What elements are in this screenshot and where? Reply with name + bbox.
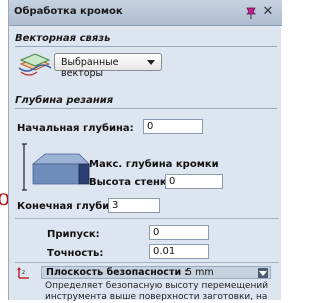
safety-plane-row[interactable]: Плоскость безопасности : 5 mm (41, 266, 271, 279)
safety-plane-icon: z (17, 267, 29, 279)
start-depth-input[interactable]: 0 (143, 119, 203, 134)
accuracy-label: Точность: (47, 248, 104, 259)
safety-plane-value: 5 mm (186, 267, 214, 278)
panel-title: Обработка кромок (14, 6, 123, 17)
end-depth-input[interactable]: 3 (108, 198, 160, 213)
section-divider (15, 108, 277, 109)
allowance-input[interactable]: 0 (149, 225, 209, 240)
svg-text:z: z (22, 269, 25, 276)
section-header-vector-link: Векторная связь (15, 33, 111, 44)
expand-button[interactable] (258, 268, 268, 278)
section-divider (15, 46, 277, 47)
vector-selection-dropdown[interactable]: Выбранные векторы (54, 53, 162, 79)
start-depth-label: Начальная глубина: (17, 123, 134, 134)
accuracy-input[interactable]: 0.01 (149, 244, 209, 259)
close-icon[interactable]: ✕ (261, 4, 275, 20)
edge-processing-panel: Обработка кромок ✕ Векторная связь Выбра… (8, 0, 282, 302)
allowance-label: Припуск: (47, 229, 100, 240)
section-header-cut-depth: Глубина резания (15, 95, 114, 106)
section-divider (15, 218, 279, 219)
edge-depth-diagram-icon (22, 143, 90, 191)
background-canvas: o (0, 0, 10, 300)
max-edge-depth-label: Макс. глубина кромки (89, 159, 219, 170)
vector-layers-icon (18, 53, 52, 76)
wall-height-input[interactable]: 0 (165, 174, 223, 189)
chevron-down-icon (147, 60, 155, 65)
dropdown-value: Выбранные векторы (61, 57, 119, 79)
title-bar[interactable]: Обработка кромок ✕ (9, 0, 282, 26)
pin-icon[interactable] (245, 6, 257, 20)
safety-plane-label: Плоскость безопасности : (46, 267, 189, 278)
section-divider (15, 262, 279, 263)
